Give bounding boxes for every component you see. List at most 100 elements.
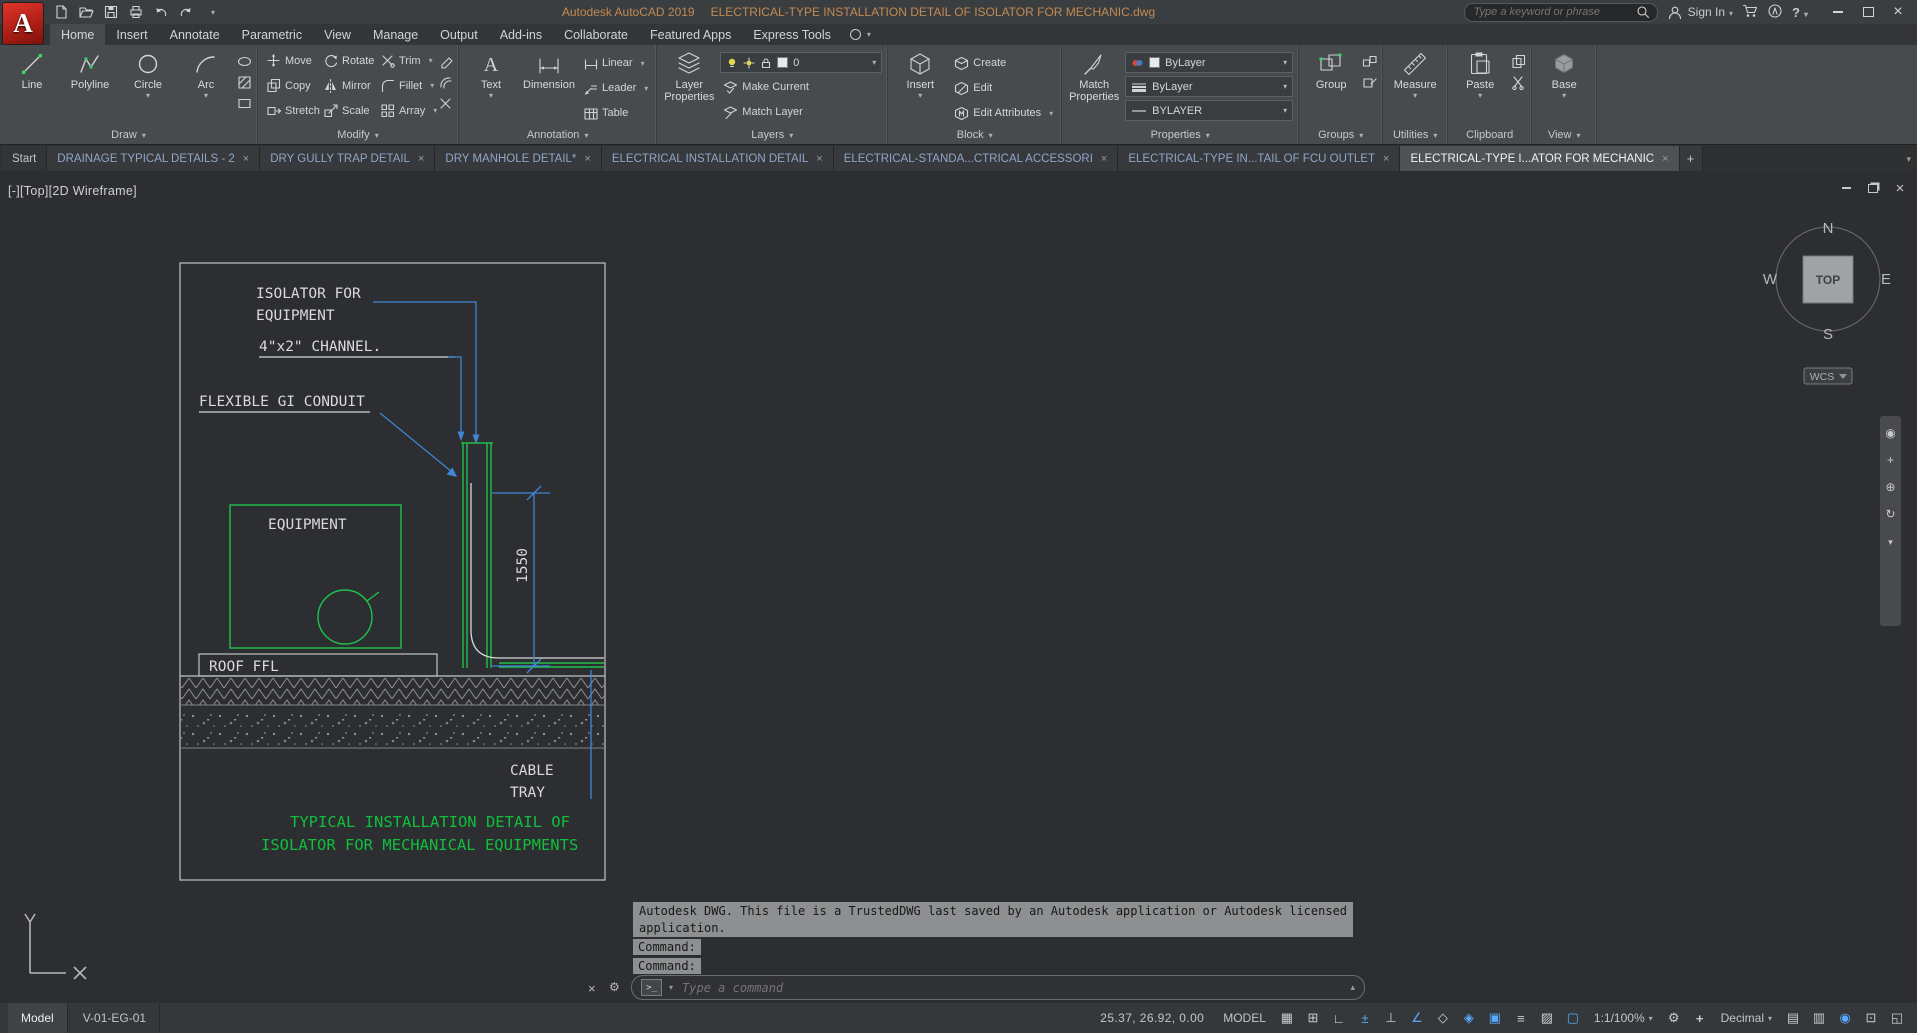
move-button[interactable]: Move (263, 50, 320, 72)
table-button[interactable]: Table (580, 102, 651, 124)
plot-icon[interactable] (125, 3, 147, 22)
snap-mode-icon[interactable] (1301, 1007, 1325, 1029)
tab-close-icon[interactable] (584, 153, 590, 165)
tab-close-icon[interactable] (1101, 153, 1107, 165)
file-tab[interactable]: ELECTRICAL-STANDA...CTRICAL ACCESSORI (834, 146, 1119, 171)
create-block-button[interactable]: Create (951, 52, 1056, 74)
match-layer-button[interactable]: Match Layer (720, 101, 882, 123)
file-tab[interactable]: DRY GULLY TRAP DETAIL (260, 146, 435, 171)
command-history-expand[interactable] (1350, 982, 1355, 993)
file-tab-start[interactable]: Start (2, 146, 47, 171)
maximize-button[interactable] (1853, 1, 1883, 23)
isodraft-icon[interactable] (1431, 1007, 1455, 1029)
panel-label-properties[interactable]: Properties (1062, 126, 1298, 144)
help-icon[interactable]: ? (1792, 5, 1808, 20)
command-input[interactable] (680, 980, 1343, 996)
app-store-cart-icon[interactable] (1742, 3, 1758, 21)
command-customize-icon[interactable] (609, 980, 620, 994)
offset-tool-icon[interactable] (438, 75, 453, 90)
autodesk-360-icon[interactable] (1767, 3, 1783, 22)
qat-customize-caret[interactable] (200, 3, 222, 22)
hatch-tool-icon[interactable] (237, 75, 252, 90)
isolate-objects-icon[interactable] (1833, 1007, 1857, 1029)
rotate-button[interactable]: Rotate (320, 50, 377, 72)
doc-minimize-button[interactable] (1839, 181, 1853, 195)
navbar-menu-icon[interactable] (1888, 534, 1893, 548)
workspace-switching-icon[interactable] (1662, 1007, 1686, 1029)
panel-label-block[interactable]: Block (888, 126, 1061, 144)
arc-button[interactable]: Arc (179, 48, 233, 126)
model-space-toggle[interactable]: MODEL (1216, 1007, 1273, 1029)
viewcube-top-label[interactable]: TOP (1816, 273, 1840, 287)
insert-block-button[interactable]: Insert (893, 48, 947, 126)
linetype-dropdown[interactable]: BYLAYER (1125, 100, 1293, 121)
leader-button[interactable]: Leader (580, 77, 651, 99)
search-input[interactable] (1472, 5, 1636, 19)
tab-overflow-icon[interactable] (1906, 154, 1911, 165)
panel-label-utilities[interactable]: Utilities (1383, 126, 1447, 144)
object-snap-tracking-icon[interactable] (1457, 1007, 1481, 1029)
ribbon-display-toggle-icon[interactable] (842, 24, 879, 45)
file-tab[interactable]: ELECTRICAL INSTALLATION DETAIL (602, 146, 834, 171)
graphics-performance-icon[interactable] (1859, 1007, 1883, 1029)
minimize-button[interactable] (1823, 1, 1853, 23)
selection-cycling-icon[interactable] (1561, 1007, 1585, 1029)
paste-button[interactable]: Paste (1453, 48, 1507, 126)
wcs-label[interactable]: WCS (1810, 371, 1835, 383)
object-color-dropdown[interactable]: ByLayer (1125, 52, 1293, 73)
layer-selector-dropdown[interactable]: 0 (720, 52, 882, 73)
model-tab[interactable]: Model (8, 1003, 68, 1033)
rectangle-tool-icon[interactable] (237, 96, 252, 111)
close-button[interactable] (1883, 1, 1913, 23)
ribbon-tab-express-tools[interactable]: Express Tools (742, 24, 842, 45)
panel-label-view[interactable]: View (1532, 126, 1596, 144)
steering-wheel-icon[interactable] (1885, 426, 1895, 440)
lineweight-display-icon[interactable] (1509, 1007, 1533, 1029)
ribbon-tab-manage[interactable]: Manage (362, 24, 429, 45)
tab-close-icon[interactable] (816, 153, 822, 165)
lock-ui-icon[interactable] (1807, 1007, 1831, 1029)
doc-restore-button[interactable] (1866, 181, 1880, 195)
autocad-app-icon[interactable] (2, 2, 44, 45)
text-button[interactable]: A Text (464, 48, 518, 126)
scale-button[interactable]: Scale (320, 100, 377, 122)
layout-tab[interactable]: V-01-EG-01 (70, 1003, 160, 1033)
search-icon[interactable] (1636, 5, 1650, 19)
group-button[interactable]: Group (1304, 48, 1358, 126)
circle-button[interactable]: Circle (121, 48, 175, 126)
group-edit-icon[interactable] (1362, 75, 1377, 90)
ribbon-tab-insert[interactable]: Insert (105, 24, 158, 45)
units-button[interactable]: Decimal (1714, 1007, 1779, 1029)
new-tab-button[interactable] (1680, 146, 1703, 171)
dynamic-input-icon[interactable] (1353, 1007, 1377, 1029)
mirror-button[interactable]: Mirror (320, 75, 377, 97)
file-tab[interactable]: ELECTRICAL-TYPE IN...TAIL OF FCU OUTLET (1118, 146, 1400, 171)
command-input-bar[interactable] (631, 975, 1365, 1000)
annotation-scale-button[interactable]: 1:1/100% (1587, 1007, 1660, 1029)
redo-icon[interactable] (175, 3, 197, 22)
explode-tool-icon[interactable] (438, 96, 453, 111)
dimension-button[interactable]: Dimension (522, 48, 576, 126)
ribbon-tab-view[interactable]: View (313, 24, 362, 45)
make-current-button[interactable]: Make Current (720, 76, 882, 98)
measure-button[interactable]: Measure (1388, 48, 1442, 126)
orbit-icon[interactable] (1885, 507, 1895, 521)
polyline-button[interactable]: Polyline (63, 48, 117, 126)
doc-close-button[interactable] (1893, 181, 1907, 195)
recent-commands-caret[interactable] (669, 983, 673, 992)
ellipse-tool-icon[interactable] (237, 54, 252, 69)
panel-label-clipboard[interactable]: Clipboard (1448, 126, 1531, 144)
ungroup-icon[interactable] (1362, 54, 1377, 69)
sign-in-button[interactable]: Sign In (1667, 5, 1733, 20)
clean-screen-icon[interactable] (1885, 1007, 1909, 1029)
tab-close-icon[interactable] (418, 153, 424, 165)
compass-west[interactable]: W (1763, 271, 1778, 288)
panel-label-layers[interactable]: Layers (657, 126, 887, 144)
edit-attributes-button[interactable]: Edit Attributes (951, 102, 1056, 124)
panel-label-annotation[interactable]: Annotation (459, 126, 656, 144)
drawing-canvas[interactable]: [-][Top][2D Wireframe] (0, 171, 1917, 1003)
grid-icon[interactable] (1275, 1007, 1299, 1029)
file-tab[interactable]: DRAINAGE TYPICAL DETAILS - 2 (47, 146, 260, 171)
object-snap-icon[interactable] (1483, 1007, 1507, 1029)
ortho-mode-icon[interactable] (1379, 1007, 1403, 1029)
